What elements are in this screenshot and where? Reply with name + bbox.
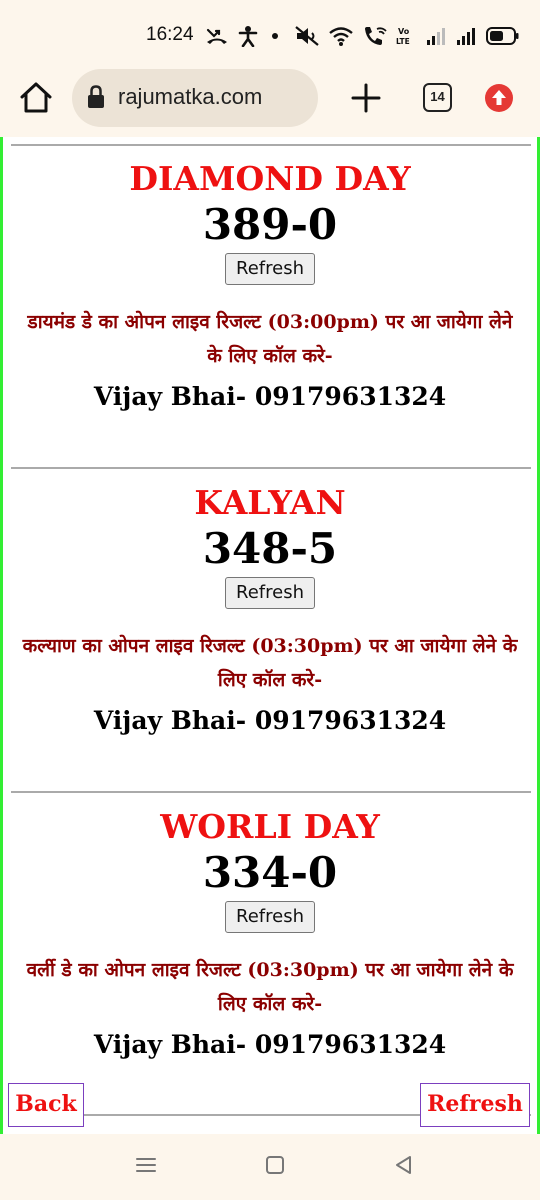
volte-icon: Vo LTE <box>396 27 410 46</box>
info-text: डायमंड डे का ओपन लाइव रिजल्ट (03:00pm) प… <box>27 311 513 367</box>
signal-icon <box>457 28 475 45</box>
market-card: DIAMOND DAY 389-0 Refresh डायमंड डे का ओ… <box>3 159 537 415</box>
market-title: DIAMOND DAY <box>129 159 411 198</box>
missed-call-icon <box>206 28 227 44</box>
refresh-button[interactable]: Refresh <box>225 253 315 285</box>
web-page: DIAMOND DAY 389-0 Refresh डायमंड डे का ओ… <box>0 137 540 1134</box>
divider <box>11 144 531 146</box>
svg-text:LTE: LTE <box>396 37 410 46</box>
back-nav-icon[interactable] <box>393 1154 415 1176</box>
wifi-icon <box>329 27 353 46</box>
lock-icon <box>88 85 104 108</box>
market-card: WORLI DAY 334-0 Refresh वर्ली डे का ओपन … <box>3 807 537 1063</box>
market-title: KALYAN <box>194 483 346 522</box>
info-text: वर्ली डे का ओपन लाइव रिजल्ट (03:30pm) पर… <box>26 959 514 1015</box>
back-button[interactable]: Back <box>8 1083 84 1127</box>
url-bar[interactable]: rajumatka.com <box>72 69 318 127</box>
signal-icon <box>427 28 445 45</box>
tab-count: 14 <box>430 89 445 104</box>
divider <box>11 467 531 469</box>
refresh-button[interactable]: Refresh <box>225 577 315 609</box>
market-card: KALYAN 348-5 Refresh कल्याण का ओपन लाइव … <box>3 483 537 739</box>
page-refresh-button[interactable]: Refresh <box>420 1083 530 1127</box>
market-title: WORLI DAY <box>160 807 380 846</box>
market-result: 334-0 <box>202 848 338 897</box>
system-nav-bar <box>0 1134 540 1200</box>
market-result: 348-5 <box>202 524 338 573</box>
status-bar: 16:24 Vo LTE <box>0 0 540 68</box>
market-result: 389-0 <box>202 200 338 249</box>
divider <box>11 791 531 793</box>
contact-text: Vijay Bhai- 09179631324 <box>93 382 447 411</box>
mute-icon <box>295 26 319 46</box>
svg-text:Vo: Vo <box>398 27 410 36</box>
contact-text: Vijay Bhai- 09179631324 <box>93 1030 447 1059</box>
status-time: 16:24 <box>146 24 194 45</box>
update-icon[interactable] <box>484 83 514 113</box>
browser-toolbar: rajumatka.com 14 <box>0 68 540 136</box>
wifi-calling-icon <box>365 27 387 45</box>
new-tab-icon[interactable] <box>350 82 382 114</box>
menu-icon[interactable] <box>135 1154 157 1176</box>
dot-icon <box>272 33 278 39</box>
home-nav-icon[interactable] <box>264 1154 286 1176</box>
info-text: कल्याण का ओपन लाइव रिजल्ट (03:30pm) पर आ… <box>22 635 518 691</box>
home-icon[interactable] <box>18 80 54 116</box>
accessibility-icon <box>238 26 258 47</box>
url-text: rajumatka.com <box>118 84 263 109</box>
battery-icon <box>486 27 519 45</box>
contact-text: Vijay Bhai- 09179631324 <box>93 706 447 735</box>
refresh-button[interactable]: Refresh <box>225 901 315 933</box>
tab-switcher-button[interactable]: 14 <box>423 83 452 112</box>
